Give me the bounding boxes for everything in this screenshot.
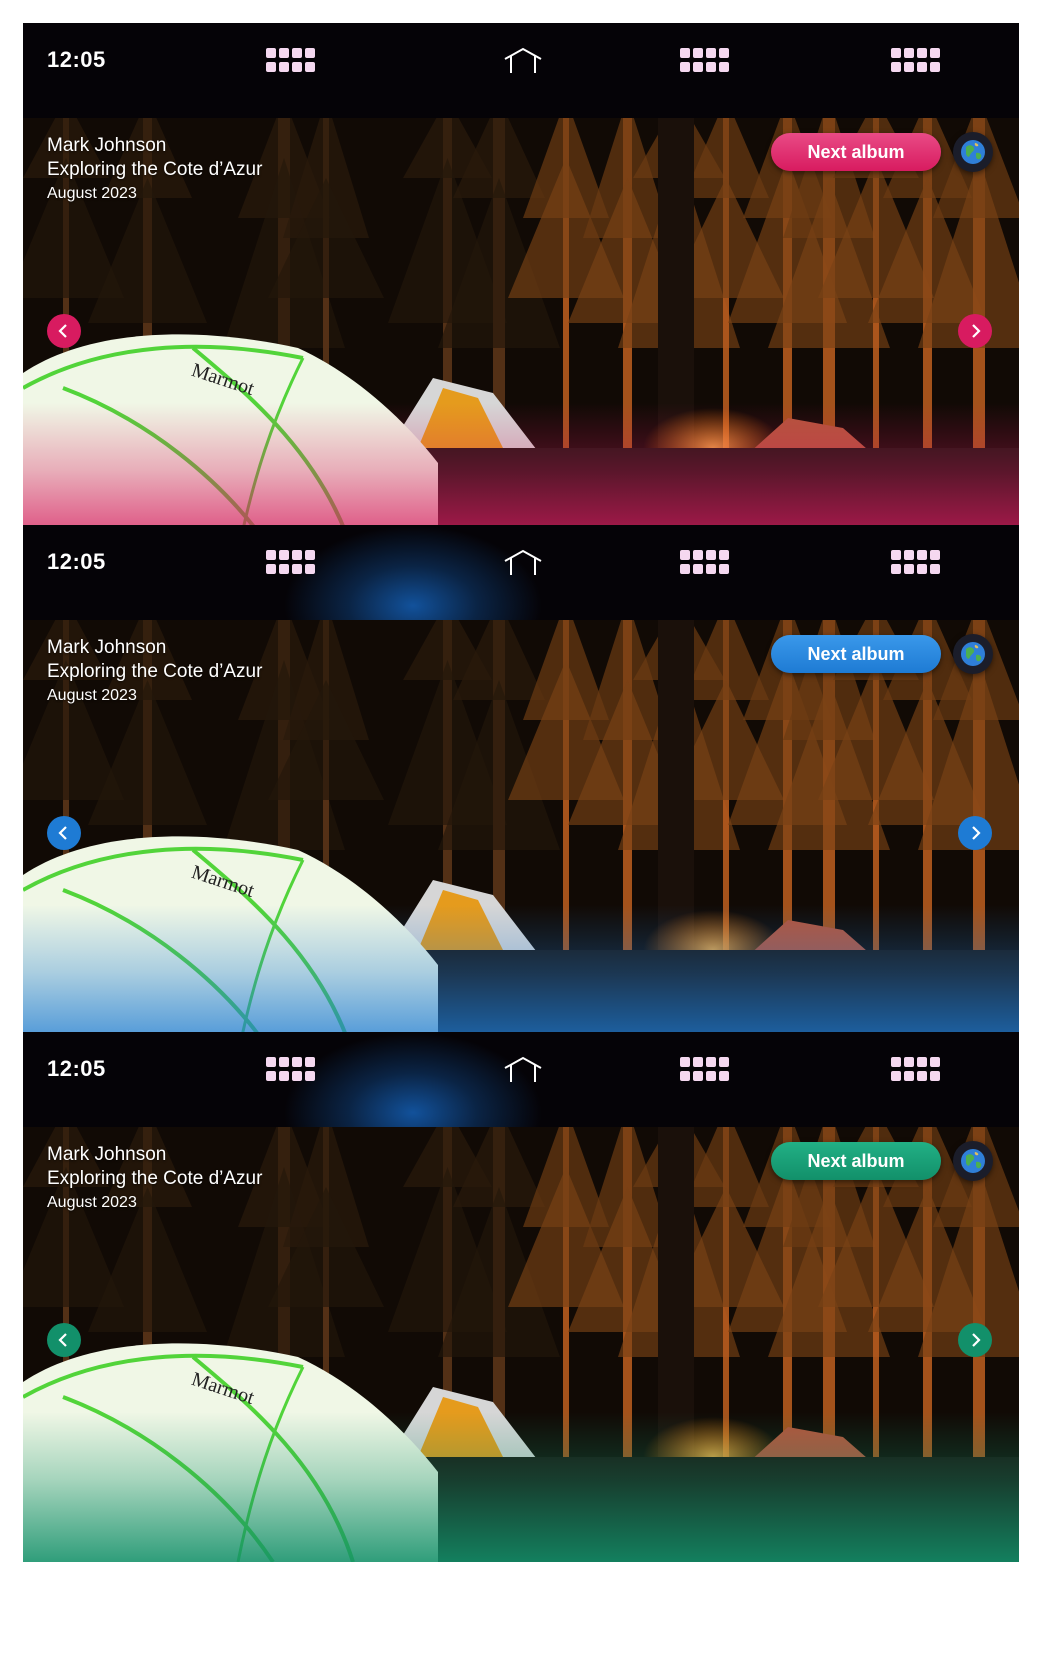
top-bar: 12:05 (23, 1032, 1019, 1127)
album-title: Exploring the Cote d’Azur (47, 1168, 263, 1189)
next-album-button[interactable]: Next album (771, 133, 941, 171)
home-icon[interactable] (501, 549, 545, 577)
album-viewer-pink: 12:05 Marmot Mark Johnson Exploring the … (23, 23, 1019, 553)
chevron-left-icon (58, 826, 67, 840)
album-viewer-blue: 12:05 Marmot Mark Johnson Exploring the … (23, 525, 1019, 1055)
chevron-right-icon (972, 826, 981, 840)
apps-grid-icon[interactable] (891, 550, 941, 574)
previous-photo-button[interactable] (47, 1323, 81, 1357)
globe-button[interactable] (953, 132, 993, 172)
chevron-right-icon (972, 1333, 981, 1347)
clock: 12:05 (47, 47, 106, 72)
top-bar: 12:05 (23, 23, 1019, 118)
author-name: Mark Johnson (47, 637, 167, 658)
album-date: August 2023 (47, 185, 137, 202)
photo-area: Marmot Mark Johnson Exploring the Cote d… (23, 1127, 1019, 1562)
top-bar: 12:05 (23, 525, 1019, 620)
apps-grid-icon[interactable] (266, 1057, 316, 1081)
apps-grid-icon[interactable] (680, 1057, 730, 1081)
album-caption: Mark Johnson Exploring the Cote d’Azur A… (47, 636, 262, 708)
globe-button[interactable] (953, 1141, 993, 1181)
clock: 12:05 (47, 1056, 106, 1081)
author-name: Mark Johnson (47, 135, 167, 156)
apps-grid-icon[interactable] (266, 550, 316, 574)
photo-area: Marmot Mark Johnson Exploring the Cote d… (23, 620, 1019, 1055)
next-photo-button[interactable] (958, 1323, 992, 1357)
clock: 12:05 (47, 549, 106, 574)
next-photo-button[interactable] (958, 816, 992, 850)
chevron-left-icon (58, 324, 67, 338)
album-date: August 2023 (47, 687, 137, 704)
author-name: Mark Johnson (47, 1144, 167, 1165)
home-icon[interactable] (501, 47, 545, 75)
apps-grid-icon[interactable] (680, 550, 730, 574)
album-caption: Mark Johnson Exploring the Cote d’Azur A… (47, 134, 262, 206)
next-album-button[interactable]: Next album (771, 1142, 941, 1180)
next-album-button[interactable]: Next album (771, 635, 941, 673)
previous-photo-button[interactable] (47, 816, 81, 850)
chevron-right-icon (972, 324, 981, 338)
globe-icon (961, 1149, 985, 1173)
globe-icon (961, 642, 985, 666)
apps-grid-icon[interactable] (891, 48, 941, 72)
apps-grid-icon[interactable] (266, 48, 316, 72)
chevron-left-icon (58, 1333, 67, 1347)
previous-photo-button[interactable] (47, 314, 81, 348)
globe-button[interactable] (953, 634, 993, 674)
next-photo-button[interactable] (958, 314, 992, 348)
apps-grid-icon[interactable] (891, 1057, 941, 1081)
album-title: Exploring the Cote d’Azur (47, 661, 263, 682)
album-viewer-green: 12:05 Marmot Mark Johnson Exploring the … (23, 1032, 1019, 1562)
home-icon[interactable] (501, 1056, 545, 1084)
album-date: August 2023 (47, 1194, 137, 1211)
accent-fade (23, 1412, 1019, 1562)
apps-grid-icon[interactable] (680, 48, 730, 72)
photo-area: Marmot Mark Johnson Exploring the Cote d… (23, 118, 1019, 553)
globe-icon (961, 140, 985, 164)
album-caption: Mark Johnson Exploring the Cote d’Azur A… (47, 1143, 262, 1215)
album-title: Exploring the Cote d’Azur (47, 159, 263, 180)
